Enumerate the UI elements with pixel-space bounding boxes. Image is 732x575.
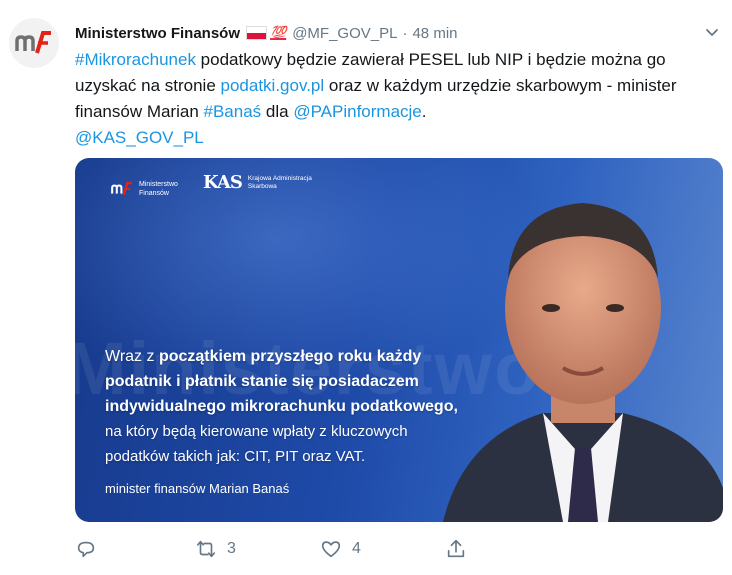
portrait-image	[443, 203, 723, 522]
like-button[interactable]: 4	[320, 538, 361, 560]
reply-icon	[77, 541, 95, 558]
hashtag-mikrorachunek[interactable]: #Mikrorachunek	[75, 50, 196, 69]
ministerstwo-finansow-logo: Ministerstwo Finansów	[111, 180, 178, 198]
logo-text: Ministerstwo	[139, 181, 178, 188]
retweet-icon	[196, 540, 216, 558]
quote-text-bold: indywidualnego mikrorachunku podatkowego…	[105, 398, 458, 415]
tweet-timestamp[interactable]: 48 min	[412, 25, 457, 42]
quote-text: Wraz z	[105, 348, 159, 365]
like-count: 4	[352, 540, 361, 557]
logo-text: Krajowa Administracja	[247, 174, 312, 182]
share-icon	[447, 539, 465, 558]
link-podatki-gov-pl[interactable]: podatki.gov.pl	[221, 76, 325, 95]
tweet[interactable]: Ministerstwo Finansów 💯 @MF_GOV_PL · 48 …	[0, 0, 732, 575]
flag-poland-icon	[246, 26, 268, 40]
logo-text: Skarbowa	[247, 182, 277, 190]
separator-dot: ·	[402, 24, 408, 42]
mf-logo-icon	[111, 182, 132, 196]
tweet-text-part: dla	[261, 102, 294, 121]
kas-logo: KAS Krajowa Administracja Skarbowa	[203, 172, 312, 193]
tweet-text: #Mikrorachunek podatkowy będzie zawierał…	[75, 47, 725, 151]
quote-text-bold: początkiem przyszłego roku każdy	[158, 348, 422, 365]
kas-logo-mark: KAS	[203, 172, 243, 193]
author-name[interactable]: Ministerstwo Finansów	[75, 25, 240, 42]
share-button[interactable]	[445, 538, 467, 560]
chevron-down-icon[interactable]	[702, 22, 722, 42]
quote-text-bold: podatnik i płatnik stanie się posiadacze…	[105, 373, 419, 390]
tweet-header: Ministerstwo Finansów 💯 @MF_GOV_PL · 48 …	[75, 22, 458, 44]
author-handle[interactable]: @MF_GOV_PL	[292, 25, 397, 42]
avatar[interactable]	[9, 18, 59, 68]
mention-papinformacje[interactable]: @PAPinformacje	[293, 102, 421, 121]
hashtag-banas[interactable]: #Banaś	[204, 102, 262, 121]
card-signature: minister finansów Marian Banaś	[105, 481, 290, 496]
ministerstwo-finansow-logo-icon	[15, 31, 51, 54]
reply-button[interactable]	[75, 538, 97, 560]
tweet-text-part: .	[421, 102, 427, 121]
tweet-actions: 3 4	[75, 538, 495, 568]
retweet-button[interactable]: 3	[195, 538, 236, 560]
tweet-media-image[interactable]: Ministerstwo Ministerstwo Finansów KAS K…	[75, 158, 723, 522]
logo-text: Finansów	[139, 190, 169, 197]
mention-kas-gov-pl[interactable]: @KAS_GOV_PL	[75, 128, 204, 147]
retweet-count: 3	[227, 540, 236, 557]
heart-icon	[321, 541, 341, 558]
hundred-points-icon: 💯	[270, 25, 287, 40]
